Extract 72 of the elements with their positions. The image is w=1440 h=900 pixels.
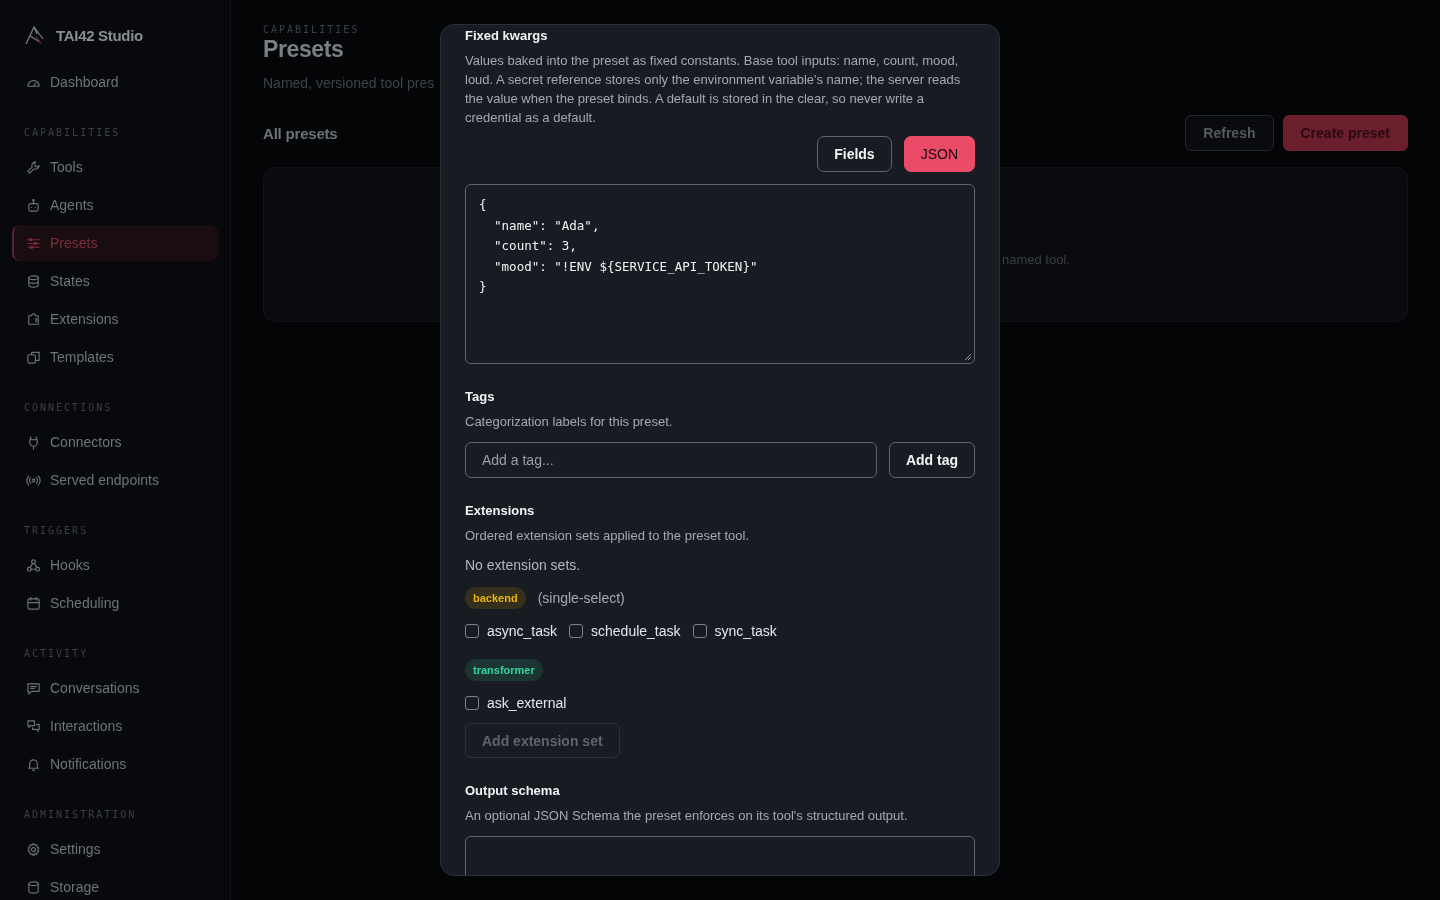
nav-item[interactable]: Settings [12,831,218,867]
nav-section-label: CAPABILITIES [24,126,122,140]
option-label: ask_external [487,695,567,711]
sliders-icon [26,235,41,251]
resize-handle-icon[interactable] [964,353,972,361]
checkbox[interactable] [692,624,707,638]
field-label: Output schema [465,782,561,800]
category-tag: backend [465,587,526,609]
extension-option[interactable]: async_task [465,623,558,639]
chat-icon [26,718,41,734]
logo-icon [24,24,46,46]
field-label: Fixed kwargs [465,27,549,45]
field-label: Tags [465,388,496,406]
brand-name: TAI42 Studio [56,26,143,44]
page-title: Presets [263,36,344,63]
field-description: Values baked into the preset as fixed constants. Base tool inputs: name, count, mood, loud. A secret reference stores only the environment variable's name; the server reads the value when the preset binds. A default is stored in the clear, so never write a credential as a default. [465,52,962,127]
field-description: Ordered extension sets applied to the preset tool. [465,527,750,545]
category-tag: transformer [465,659,543,681]
nav-item[interactable]: Agents [12,187,218,223]
nav-section-label: ADMINISTRATION [24,808,138,822]
gear-icon [26,841,41,857]
robot-icon [26,197,41,213]
calendar-icon [26,595,41,611]
nav-item[interactable]: Scheduling [12,585,218,621]
option-label: schedule_task [591,623,681,639]
page-eyebrow: CAPABILITIES [263,24,360,35]
checkbox[interactable] [465,624,479,638]
nav-item[interactable]: Extensions [12,301,218,337]
nav-section-label: CONNECTIONS [24,401,114,415]
nav-item[interactable]: States [12,263,218,299]
section-title: All presets [263,124,338,142]
nav-section-label: TRIGGERS [24,524,90,538]
code-editor[interactable]: { "name": "Ada", "count": 3, "mood": "!ENV ${SERVICE_API_TOKEN}" } [465,184,975,364]
checkbox[interactable] [465,696,479,710]
message-icon [26,680,41,696]
field-description: Categorization labels for this preset. [465,413,674,431]
refresh-button[interactable]: Refresh [1185,115,1274,151]
broadcast-icon [26,472,41,488]
nav-item[interactable]: Hooks [12,547,218,583]
field-label: Extensions [465,502,536,520]
empty-text: No extension sets. [465,557,582,573]
tag-input[interactable]: Add a tag... [465,442,877,478]
puzzle-icon [26,311,41,327]
copy-icon [26,349,41,365]
database-icon [26,273,41,289]
option-label: sync_task [714,623,777,639]
nav-item[interactable]: Conversations [12,670,218,706]
mode-toggle[interactable]: Fields [817,136,892,172]
nav-item[interactable]: Interactions [12,708,218,744]
field-description: An optional JSON Schema the preset enforces on its tool's structured output. [465,807,909,825]
nav-item[interactable]: Notifications [12,746,218,782]
add-tag-button[interactable]: Add tag [888,442,975,478]
page-subtitle: Named, versioned tool pres [263,75,435,91]
select-mode-note: (single-select) [537,590,625,606]
plug-icon [26,434,41,450]
database-icon [26,879,41,895]
nav-item[interactable]: Tools [12,149,218,185]
extension-option[interactable]: schedule_task [569,623,681,639]
option-label: async_task [487,623,558,639]
extension-option[interactable]: sync_task [692,623,777,639]
checkbox[interactable] [569,624,584,638]
nav-item[interactable]: Storage [12,869,218,900]
nav-item[interactable]: Dashboard [12,64,218,100]
nav-item[interactable]: Connectors [12,424,218,460]
nav-section-label: ACTIVITY [24,647,90,661]
nav-item[interactable]: Templates [12,339,218,375]
nodes-icon [26,557,41,573]
nav-item[interactable]: Served endpoints [12,462,218,498]
bell-icon [26,756,41,772]
extension-option[interactable]: ask_external [465,695,567,711]
mode-toggle[interactable]: JSON [903,136,975,172]
wrench-icon [26,159,41,175]
